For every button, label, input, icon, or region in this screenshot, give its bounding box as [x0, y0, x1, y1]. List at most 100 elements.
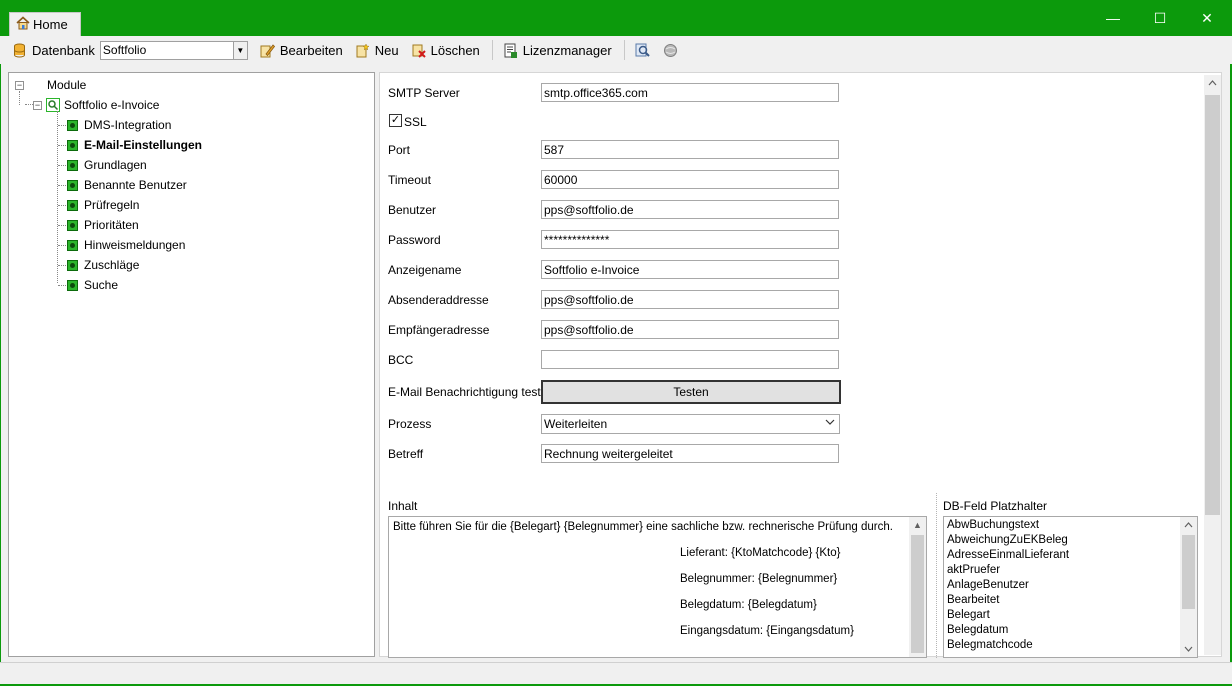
home-tab[interactable]: Home	[9, 12, 81, 36]
placeholder-item[interactable]: Belegmatchcode	[947, 639, 1033, 651]
tree-item[interactable]: Benannte Benutzer	[67, 175, 187, 195]
scroll-thumb[interactable]	[1182, 535, 1195, 609]
password-field[interactable]: **************	[541, 230, 839, 249]
bcc-field[interactable]	[541, 350, 839, 369]
help-button[interactable]	[663, 43, 683, 58]
scroll-up-icon[interactable]	[1204, 75, 1221, 91]
maximize-button[interactable]: ☐	[1137, 0, 1183, 36]
content-scrollbar[interactable]: ▲	[909, 517, 926, 657]
tree-connector	[58, 125, 66, 126]
placeholder-scrollbar[interactable]	[1180, 517, 1197, 657]
content-textarea[interactable]: Bitte führen Sie für die {Belegart} {Bel…	[388, 516, 927, 658]
recipient-value: pps@softfolio.de	[544, 322, 634, 337]
port-field[interactable]: 587	[541, 140, 839, 159]
placeholder-item[interactable]: AbwBuchungstext	[947, 519, 1039, 531]
content-line: Bitte führen Sie für die {Belegart} {Bel…	[393, 521, 893, 533]
tree-module[interactable]: − Softfolio e-Invoice	[33, 95, 159, 115]
tree-item[interactable]: Hinweismeldungen	[67, 235, 185, 255]
module-icon	[67, 159, 78, 171]
process-value: Weiterleiten	[544, 417, 608, 431]
tree-item[interactable]: Prioritäten	[67, 215, 139, 235]
tree-root[interactable]: − Module	[15, 75, 86, 95]
scroll-up-icon[interactable]: ▲	[909, 517, 926, 533]
module-icon	[67, 119, 78, 131]
display-name-field[interactable]: Softfolio e-Invoice	[541, 260, 839, 279]
new-button[interactable]: Neu	[355, 43, 399, 58]
timeout-field[interactable]: 60000	[541, 170, 839, 189]
subject-label: Betreff	[388, 447, 424, 461]
panel-scrollbar[interactable]	[1204, 75, 1221, 655]
ssl-checkbox[interactable]: ✓	[389, 114, 402, 127]
edit-button[interactable]: Bearbeiten	[260, 43, 343, 58]
timeout-label: Timeout	[388, 173, 431, 187]
scroll-down-icon[interactable]	[1180, 641, 1197, 657]
placeholder-item[interactable]: AnlageBenutzer	[947, 579, 1029, 591]
password-label: Password	[388, 233, 441, 247]
tree-connector	[58, 245, 66, 246]
module-icon	[67, 279, 78, 291]
tree-connector	[58, 145, 66, 146]
recipient-field[interactable]: pps@softfolio.de	[541, 320, 839, 339]
home-icon	[15, 16, 31, 33]
toolbar: Datenbank Softfolio ▼ Bearbeiten Neu Lös…	[0, 36, 1232, 64]
minimize-icon: —	[1106, 10, 1120, 26]
placeholder-label: DB-Feld Platzhalter	[943, 499, 1048, 513]
content-line: Belegdatum: {Belegdatum}	[680, 599, 817, 611]
placeholder-item[interactable]: aktPruefer	[947, 564, 1000, 576]
placeholder-item[interactable]: Belegart	[947, 609, 990, 621]
user-field[interactable]: pps@softfolio.de	[541, 200, 839, 219]
tree-item[interactable]: Zuschläge	[67, 255, 139, 275]
process-dropdown[interactable]: Weiterleiten	[541, 414, 840, 434]
tree-item-label: Suche	[84, 278, 119, 292]
tree-connector	[19, 91, 20, 105]
tree-connector	[58, 165, 66, 166]
tree-item-label: E-Mail-Einstellungen	[84, 138, 203, 152]
display-name-value: Softfolio e-Invoice	[544, 262, 640, 277]
tree-item-label: Zuschläge	[84, 258, 140, 272]
placeholder-item[interactable]: AdresseEinmalLieferant	[947, 549, 1069, 561]
close-button[interactable]: ✕	[1184, 0, 1230, 36]
license-label: Lizenzmanager	[522, 42, 612, 58]
tree-item-label: Benannte Benutzer	[84, 178, 187, 192]
smtp-field[interactable]: smtp.office365.com	[541, 83, 839, 102]
placeholder-list[interactable]: AbwBuchungstext AbweichungZuEKBeleg Adress…	[943, 516, 1198, 658]
test-button[interactable]: Testen	[541, 380, 841, 404]
collapse-icon[interactable]: −	[15, 80, 24, 90]
scroll-thumb[interactable]	[911, 535, 924, 653]
tree-item[interactable]: Grundlagen	[67, 155, 147, 175]
module-icon	[67, 259, 78, 271]
placeholder-item[interactable]: AbweichungZuEKBeleg	[947, 534, 1068, 546]
search-settings-button[interactable]	[635, 43, 655, 58]
tree-item[interactable]: Suche	[67, 275, 118, 295]
scroll-thumb[interactable]	[1205, 95, 1220, 515]
module-icon	[67, 179, 78, 191]
globe-icon	[663, 43, 678, 58]
license-manager-button[interactable]: Lizenzmanager	[503, 43, 612, 58]
subject-field[interactable]: Rechnung weitergeleitet	[541, 444, 839, 463]
tree-item[interactable]: E-Mail-Einstellungen	[67, 135, 202, 155]
module-icon	[67, 139, 78, 151]
splitter[interactable]	[936, 493, 937, 658]
placeholder-item[interactable]: Bearbeitet	[947, 594, 999, 606]
test-label: E-Mail Benachrichtigung testen	[388, 385, 555, 399]
tree-item[interactable]: Prüfregeln	[67, 195, 139, 215]
database-icon	[12, 43, 27, 58]
delete-button[interactable]: Löschen	[411, 43, 480, 58]
tree-item[interactable]: DMS-Integration	[67, 115, 171, 135]
minimize-button[interactable]: —	[1090, 0, 1136, 36]
database-value: Softfolio	[102, 43, 147, 57]
port-label: Port	[388, 143, 411, 157]
module-search-icon	[46, 98, 60, 112]
tree-connector	[58, 225, 66, 226]
toolbar-separator	[491, 40, 493, 60]
database-dropdown[interactable]: Softfolio ▼	[99, 40, 248, 60]
checkmark-icon: ✓	[390, 114, 401, 126]
placeholder-item[interactable]: Belegdatum	[947, 624, 1008, 636]
chevron-down-icon	[825, 417, 835, 430]
process-label: Prozess	[388, 417, 432, 431]
sender-field[interactable]: pps@softfolio.de	[541, 290, 839, 309]
chevron-down-icon[interactable]: ▼	[232, 41, 247, 59]
collapse-icon[interactable]: −	[33, 100, 42, 110]
scroll-up-icon[interactable]	[1180, 517, 1197, 533]
database-label: Datenbank	[32, 42, 95, 58]
